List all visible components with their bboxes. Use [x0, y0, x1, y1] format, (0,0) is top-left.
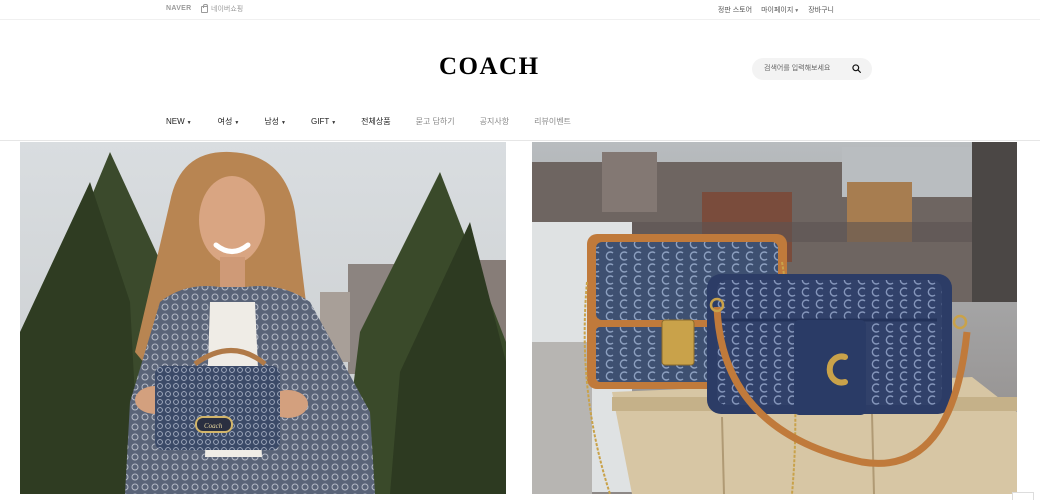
- search-icon[interactable]: [852, 64, 861, 73]
- nav-item-new[interactable]: NEW ▼: [166, 117, 192, 126]
- scroll-to-top-button[interactable]: [1012, 492, 1034, 500]
- top-utility-bar: NAVER 네이버쇼핑 정판 스토어 마이페이지▼ 장바구니: [0, 0, 1040, 20]
- nav-item-review-event[interactable]: 리뷰이벤트: [534, 116, 571, 127]
- signature-denim-bags-photo: [532, 142, 1017, 494]
- chevron-down-icon: ▼: [186, 120, 192, 126]
- woman-with-signature-bag-photo: Coach: [20, 142, 506, 494]
- chevron-down-icon: ▼: [234, 120, 240, 126]
- brand-logo[interactable]: COACH: [439, 54, 540, 79]
- cart-link[interactable]: 장바구니: [808, 5, 834, 15]
- shopping-bag-icon: [201, 3, 208, 13]
- nav-item-label: 남성: [264, 117, 280, 126]
- nav-divider: [0, 140, 1040, 141]
- banner-left[interactable]: Coach: [20, 142, 506, 494]
- nav-item-qna[interactable]: 묻고 답하기: [416, 116, 455, 127]
- nav-item-men[interactable]: 남성 ▼: [264, 116, 286, 127]
- my-page-link[interactable]: 마이페이지▼: [761, 5, 799, 15]
- nav-item-gift[interactable]: GIFT ▼: [311, 117, 336, 126]
- svg-text:Coach: Coach: [204, 422, 223, 430]
- main-nav: NEW ▼ 여성 ▼ 남성 ▼ GIFT ▼ 전체상품 묻고 답하기 공지사항 리뷰이벤…: [166, 116, 571, 127]
- naver-shopping-label: 네이버쇼핑: [211, 6, 244, 13]
- naver-shopping-link[interactable]: 네이버쇼핑: [201, 3, 244, 14]
- chevron-down-icon: ▼: [281, 120, 286, 126]
- my-page-label: 마이페이지: [761, 7, 794, 14]
- banner-right[interactable]: [532, 142, 1017, 494]
- nav-item-label: NEW: [166, 117, 185, 126]
- nav-item-all-products[interactable]: 전체상품: [361, 116, 390, 127]
- nav-item-women[interactable]: 여성 ▼: [218, 116, 240, 127]
- nav-item-label: 여성: [217, 117, 233, 126]
- chevron-down-icon: ▼: [331, 120, 337, 126]
- naver-logo[interactable]: NAVER: [166, 5, 191, 12]
- official-store-link[interactable]: 정판 스토어: [718, 5, 752, 15]
- chevron-down-icon: ▼: [794, 8, 800, 14]
- nav-item-notice[interactable]: 공지사항: [480, 116, 509, 127]
- nav-item-label: GIFT: [311, 117, 330, 126]
- utility-links: 정판 스토어 마이페이지▼ 장바구니: [718, 5, 834, 15]
